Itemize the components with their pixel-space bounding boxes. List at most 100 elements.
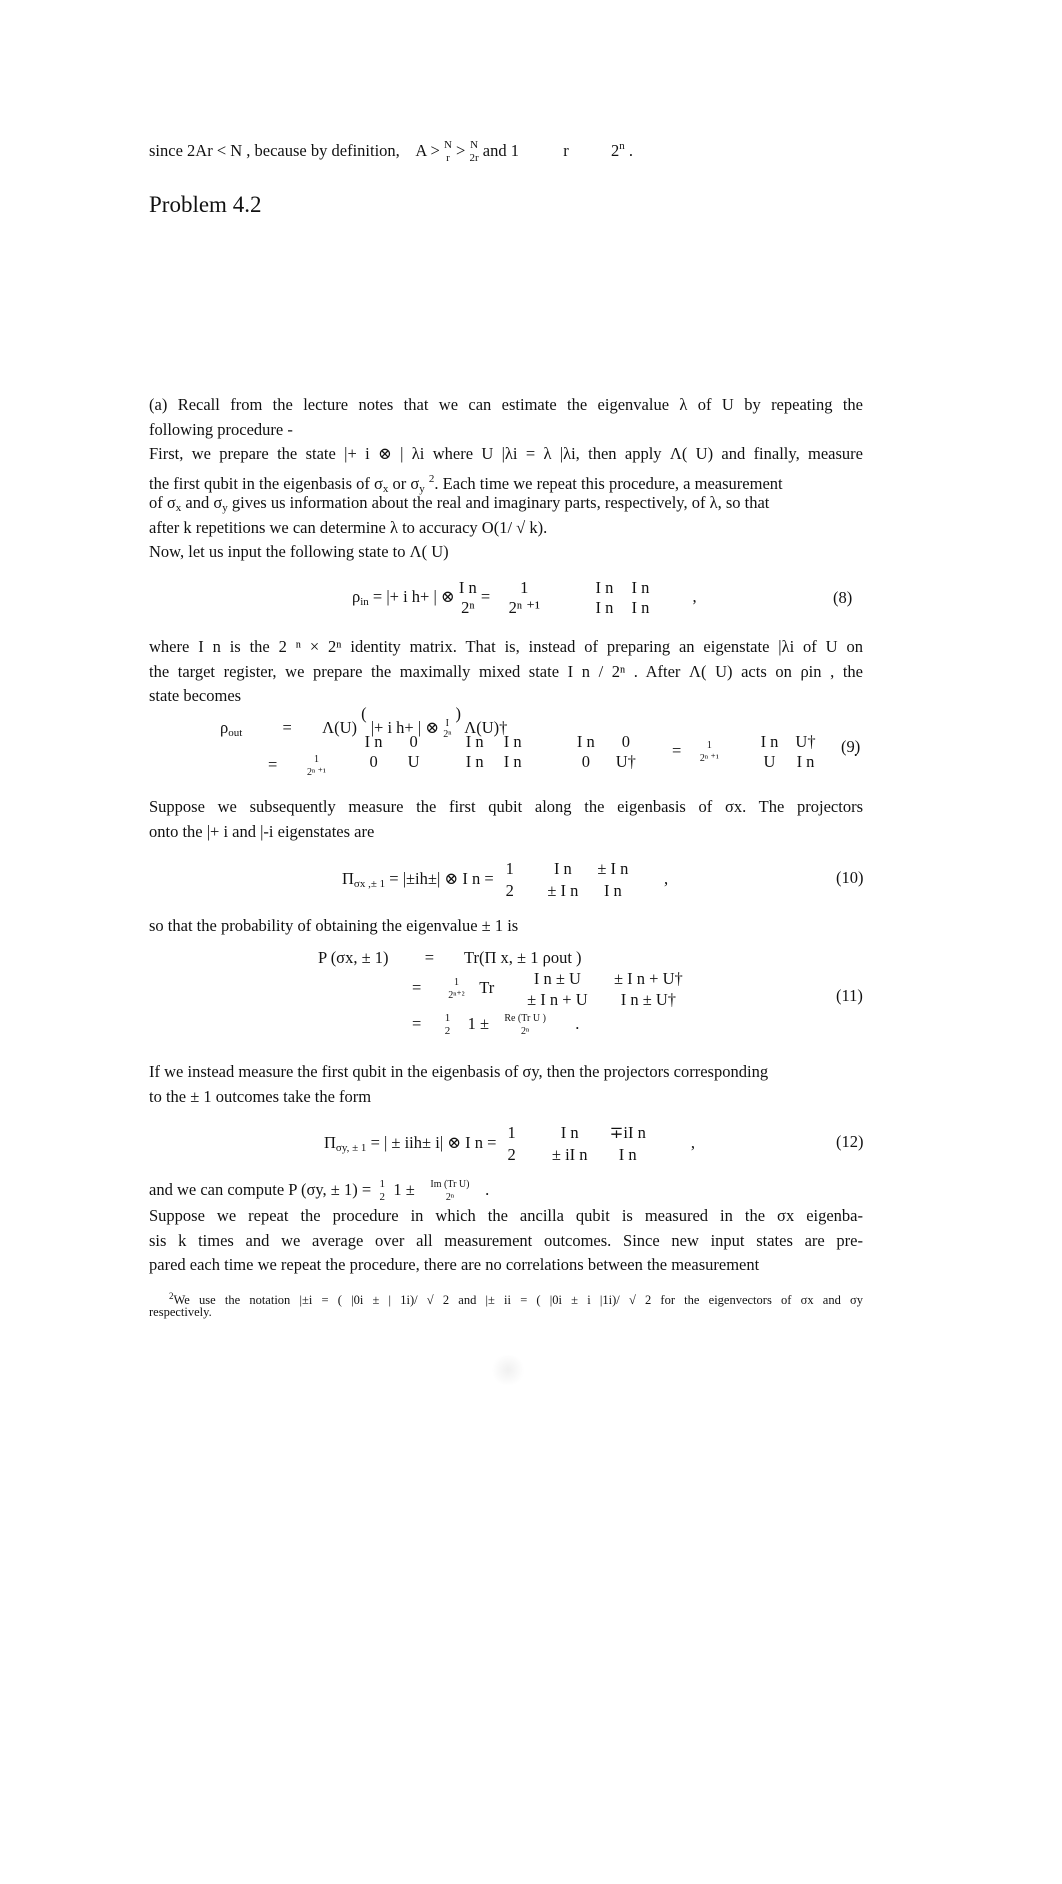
comma: , <box>664 868 669 888</box>
text-span: 1 ± <box>393 1179 419 1199</box>
matrix-cell: I n <box>631 578 650 597</box>
text-line: the target register, we prepare the maxi… <box>149 661 863 681</box>
matrix-cell: 0 <box>409 732 418 751</box>
equation-number-11: (11) <box>836 986 863 1005</box>
subscript: out <box>228 727 243 739</box>
coefficient-fraction: 1 2 <box>498 858 522 902</box>
coefficient-fraction: 1 2ⁿ⁺² <box>437 976 475 1002</box>
fraction-numerator: Im (Tr U) <box>430 1179 470 1190</box>
matrix-cell: U <box>763 752 776 771</box>
text-line: state becomes <box>149 686 242 705</box>
matrix-cell: ± I n <box>547 881 579 900</box>
text-line: to the ± 1 outcomes take the form <box>149 1086 372 1106</box>
period: . <box>575 1013 580 1033</box>
equals-sign: = <box>412 1013 422 1033</box>
text-line: Suppose we subsequently measure the firs… <box>149 797 863 816</box>
text-line: sis k times and we average over all meas… <box>149 1230 863 1250</box>
intro-exponent: n <box>619 139 625 152</box>
equation-9-row-2: = 1 2ⁿ ⁺¹ I n0 0U I nI n I nI n I n0 0 U†… <box>268 732 858 778</box>
fraction-one-half: 1 2 <box>437 1012 457 1038</box>
text-line: Now, let us input the following state to… <box>149 542 449 561</box>
equation-11-row-1: P (σx, ± 1) = Tr(Π x, ± 1 ρout ) <box>318 948 582 968</box>
matrix-cell: ± I n <box>597 859 629 878</box>
fraction-denominator: 2ⁿ <box>521 1026 530 1037</box>
comma: , <box>692 586 697 606</box>
fraction-numerator: I n <box>458 578 477 597</box>
fraction-numerator: I <box>445 718 449 730</box>
coefficient-fraction: 1 2ⁿ ⁺¹ <box>689 739 729 765</box>
equation-text: Tr(Π x, ± 1 ρout ) <box>464 948 582 967</box>
comma: , <box>690 1132 695 1152</box>
pi-symbol: Π <box>324 1132 336 1152</box>
equation-number-8: (8) <box>833 588 853 607</box>
equation-text: 1 ± <box>467 1013 489 1033</box>
equation-lhs: P (σx, ± 1) <box>318 948 389 967</box>
fraction-denominator: 2 <box>379 1191 386 1203</box>
footnote: 2We use the notation |±i = ( |0i ± | 1i)… <box>149 1288 863 1320</box>
fraction-numerator: 1 <box>453 977 459 988</box>
equation-number-9: (9) <box>841 737 861 756</box>
intro-period: . <box>628 140 633 160</box>
fraction-denominator: 2ⁿ ⁺¹ <box>699 753 719 764</box>
fraction-numerator: 1 <box>313 754 319 765</box>
fraction-denominator: 2ⁿ <box>461 598 475 617</box>
fraction-numerator: 1 <box>505 859 514 878</box>
matrix-3: I n0 0 U† <box>566 732 646 772</box>
matrix-1: I n0 0U <box>354 732 434 772</box>
equation-10: Πσx ,± 1 = |±ih±| ⊗ I n = 1 2 I n ± I n ±… <box>342 858 668 902</box>
equation-11-row-3: = 1 2 1 ± Re (Tr U ) 2ⁿ . <box>412 1012 579 1038</box>
matrix-row: I nI n <box>586 578 658 598</box>
text-line: the first qubit in the eigenbasis of σx … <box>149 467 863 495</box>
fraction-numerator: N <box>443 139 452 151</box>
matrix-cell: I n <box>603 881 622 900</box>
equation-number-12: (12) <box>836 1132 864 1151</box>
matrix-cell: I n <box>796 752 815 771</box>
fraction-denominator: 2ⁿ ⁺¹ <box>508 598 540 617</box>
section-heading: Problem 4.2 <box>149 192 262 217</box>
fraction-numerator: 1 <box>379 1178 386 1190</box>
matrix-cell: I n <box>618 1145 637 1164</box>
text-span: and we can compute P (σy, ± 1) = <box>149 1179 376 1199</box>
text-line: (a) Recall from the lecture notes that w… <box>149 395 863 414</box>
equation-text: = | ± iih± i| ⊗ I n = <box>370 1132 501 1152</box>
text-line: onto the |+ i and |-i eigenstates are <box>149 821 375 841</box>
matrix-cell: 0 <box>369 752 378 771</box>
coefficient-fraction: 1 2ⁿ ⁺¹ <box>291 753 341 779</box>
fraction-denominator: 2 <box>507 1145 516 1164</box>
matrix-cell: 0 <box>581 752 590 771</box>
intro-gt: > <box>456 140 466 160</box>
matrix-cell: I n <box>760 732 779 751</box>
matrix-cell: 0 <box>621 732 630 751</box>
paragraph-part-a: (a) Recall from the lecture notes that w… <box>149 393 863 565</box>
fraction-n-over-2r: N 2r <box>469 139 478 165</box>
paragraph-probability: so that the probability of obtaining the… <box>149 914 863 939</box>
matrix-cell: I n <box>595 598 614 617</box>
text-span: gives us information about the real and … <box>227 493 770 512</box>
intro-line: since 2Ar < N , because by definition, A… <box>149 139 633 165</box>
matrix-4: I n U† UI n <box>752 732 824 772</box>
matrix-cell: U† <box>615 752 636 771</box>
footnote-text: We use the notation |±i = ( |0i ± | 1i)/… <box>173 1293 864 1307</box>
fraction-denominator: 2ⁿ ⁺¹ <box>306 767 326 778</box>
text-line: after k repetitions we can determine λ t… <box>149 517 548 537</box>
matrix-cell: I n ± U† <box>620 990 677 1009</box>
equals-sign: = <box>480 586 495 606</box>
intro-r: r <box>563 140 569 160</box>
text-span: or σ <box>388 473 420 493</box>
text-line: where I n is the 2 ⁿ × 2ⁿ identity matri… <box>149 637 863 656</box>
fraction-identity-over-2n: I n 2ⁿ <box>459 578 477 618</box>
matrix-cell: I n <box>576 732 595 751</box>
equation-12: Πσy, ± 1 = | ± iih± i| ⊗ I n = 1 2 I n ∓i… <box>324 1122 695 1166</box>
rho-symbol: ρ <box>352 586 361 606</box>
fraction-numerator: 1 <box>507 1123 516 1142</box>
matrix: I n ± I n ± I n I n <box>538 858 638 902</box>
fraction-denominator: 2r <box>469 152 479 164</box>
paragraph-suppose: Suppose we subsequently measure the firs… <box>149 795 863 844</box>
equation-8: ρin = |+ i h+ | ⊗ I n 2ⁿ = 1 2ⁿ ⁺¹ I nI … <box>352 578 697 618</box>
coefficient-fraction: 1 2 <box>501 1122 523 1166</box>
intro-text-2: and 1 <box>482 140 519 160</box>
text-line: pared each time we repeat the procedure,… <box>149 1255 760 1274</box>
matrix-cell: I n <box>503 732 522 751</box>
equation-text: = |+ i h+ | ⊗ <box>372 586 459 606</box>
paragraph-repeat: Suppose we repeat the procedure in which… <box>149 1204 863 1278</box>
